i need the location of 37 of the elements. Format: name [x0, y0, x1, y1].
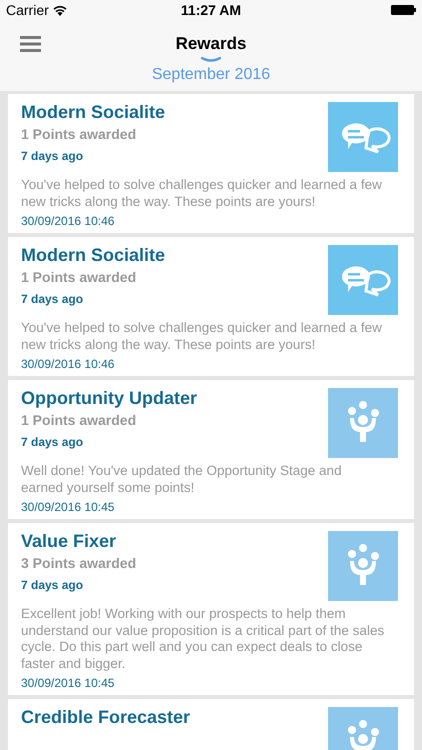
reward-title: Credible Forecaster — [21, 706, 190, 728]
award-date: 30/09/2016 10:45 — [21, 499, 116, 516]
time-ago-label: 7 days ago — [21, 291, 84, 308]
points-label: 3 Points awarded — [21, 554, 136, 573]
reward-description: Well done! You've updated the Opportunity Stage and earned yourself some points! — [21, 463, 343, 496]
reward-title: Modern Socialite — [21, 101, 166, 123]
chat-bubbles-icon — [328, 245, 398, 315]
wifi-icon — [52, 4, 67, 16]
battery-icon — [391, 5, 416, 15]
reward-description: Excellent job! Working with our prospects to help them understand our value proposition is a critical part of the sales cycle. Do this part well and you can expect deals to close faster and bigger. — [21, 606, 386, 672]
reward-card[interactable]: Credible Forecaster — [8, 699, 414, 750]
carrier-label: Carrier — [6, 0, 49, 20]
reward-card[interactable]: Opportunity Updater 1 Points awarded 7 days ago Well done! You've updated the Opportunity Stage and earned yourself some points! 30/09/2016 10:45 — [8, 380, 414, 519]
time-ago-label: 7 days ago — [21, 434, 84, 451]
reward-card[interactable] — [8, 523, 414, 695]
page-title: Rewards — [176, 33, 246, 56]
award-date: 30/09/2016 10:46 — [21, 213, 116, 230]
award-date: 30/09/2016 10:46 — [21, 356, 116, 373]
reward-title: Modern Socialite — [21, 244, 166, 266]
reward-title: Value Fixer — [21, 530, 118, 552]
points-label: 1 Points awarded — [21, 125, 138, 144]
person-cheering-icon — [328, 388, 398, 458]
chevron-down-icon[interactable] — [201, 57, 221, 63]
reward-card[interactable]: Modern Socialite 1 Points awarded 7 days ago You've helped to solve challenges quicker and learned a few new tricks along the way. These points are yours! 30/09/2016 10:46 — [8, 94, 414, 233]
reward-description: You've helped to solve challenges quicker and learned a few new tricks along the way. These points are yours! — [21, 177, 383, 210]
reward-title: Opportunity Updater — [21, 387, 197, 409]
points-label: 1 Points awarded — [21, 268, 138, 287]
award-date: 30/09/2016 10:45 — [21, 675, 116, 692]
chat-bubbles-icon — [328, 102, 398, 172]
reward-card[interactable]: Modern Socialite 1 Points awarded 7 days ago You've helped to solve challenges quicker and learned a few new tricks along the way. These points are yours! 30/09/2016 10:46 — [8, 237, 414, 376]
points-label: 1 Points awarded — [21, 411, 138, 430]
reward-description: You've helped to solve challenges quicker and learned a few new tricks along the way. These points are yours! — [21, 320, 383, 353]
time-ago-label: 7 days ago — [21, 148, 84, 165]
person-cheering-icon — [328, 531, 398, 601]
menu-icon[interactable] — [20, 36, 41, 52]
status-time: 11:27 AM — [180, 0, 242, 20]
time-ago-label: 7 days ago — [21, 577, 84, 594]
